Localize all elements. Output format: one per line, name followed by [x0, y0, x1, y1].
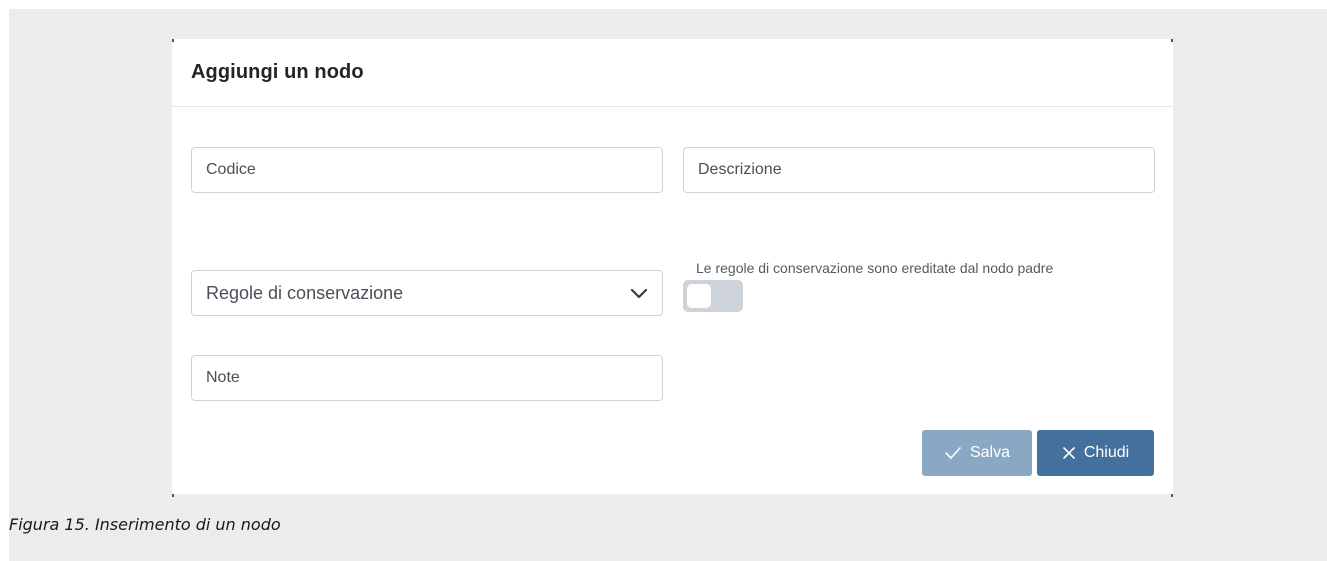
modal-corner-mark	[1171, 494, 1173, 497]
save-button-label: Salva	[969, 444, 1011, 461]
regole-select-value: Regole di conservazione	[206, 282, 404, 303]
check-icon	[945, 447, 961, 459]
regole-conservazione-select[interactable]: Regole di conservazione	[191, 270, 663, 316]
toggle-knob	[687, 284, 711, 308]
descrizione-field[interactable]	[683, 147, 1155, 193]
note-input[interactable]	[206, 369, 648, 387]
modal-title: Aggiungi un nodo	[191, 61, 364, 83]
figure-caption: Figura 15. Inserimento di un nodo	[9, 515, 281, 534]
close-button[interactable]: Chiudi	[1037, 430, 1154, 476]
codice-field[interactable]	[191, 147, 663, 193]
close-button-label: Chiudi	[1083, 444, 1130, 461]
chevron-down-icon[interactable]	[630, 287, 648, 299]
close-icon	[1063, 447, 1075, 459]
inherit-rules-toggle[interactable]	[683, 280, 743, 312]
modal-header: Aggiungi un nodo	[172, 39, 1173, 107]
modal-corner-mark	[172, 494, 174, 497]
save-button[interactable]: Salva	[922, 430, 1032, 476]
inherit-rules-label: Le regole di conservazione sono ereditat…	[696, 260, 1054, 276]
add-node-modal: Aggiungi un nodo Regole di conservazione…	[172, 39, 1173, 497]
codice-input[interactable]	[206, 161, 648, 179]
note-field[interactable]	[191, 355, 663, 401]
descrizione-input[interactable]	[698, 161, 1140, 179]
